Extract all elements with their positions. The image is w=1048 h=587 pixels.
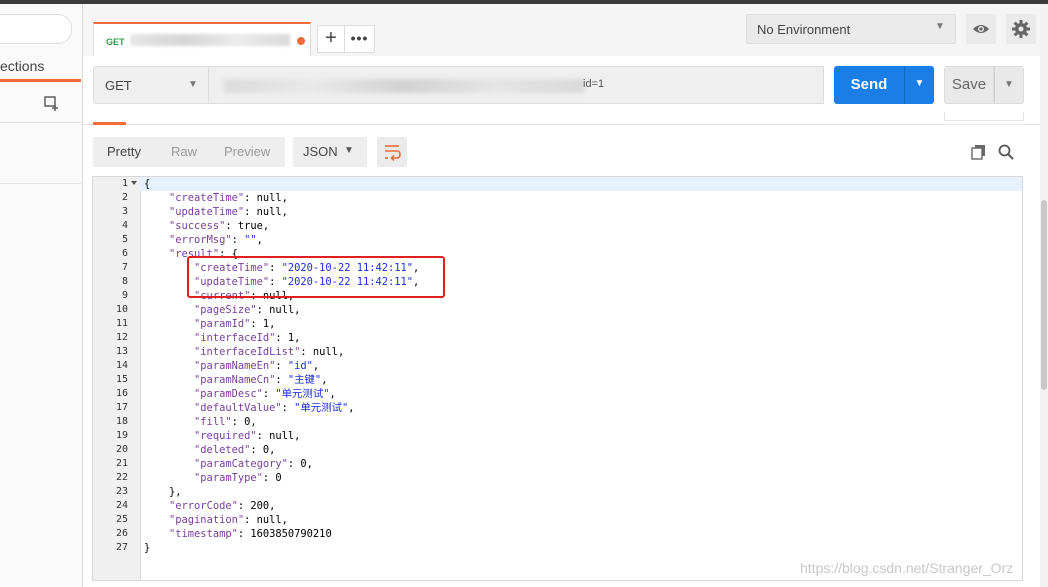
line-number: 17 — [115, 402, 128, 413]
chevron-down-icon: ▼ — [935, 21, 945, 32]
line-number: 26 — [115, 528, 128, 539]
code-line: "createTime": null, — [169, 192, 288, 204]
active-line-highlight — [140, 177, 1022, 191]
code-line: "deleted": 0, — [194, 444, 276, 456]
save-options-button[interactable]: ▼ — [994, 66, 1024, 104]
folder-add-icon[interactable] — [43, 94, 61, 112]
annotation-highlight-box — [187, 256, 445, 298]
code-line: "paramCategory": 0, — [194, 458, 313, 470]
line-number: 6 — [121, 248, 128, 259]
method-select[interactable]: GET ▼ — [93, 66, 209, 104]
panel-edge — [944, 112, 1024, 121]
request-tab-name-redacted — [130, 34, 290, 46]
method-label: GET — [105, 78, 132, 93]
code-line: { — [144, 178, 151, 190]
code-line: "errorMsg": "", — [169, 234, 263, 246]
copy-icon[interactable] — [970, 143, 988, 161]
code-line: "paramNameEn": "id", — [194, 360, 320, 372]
environment-select[interactable]: No Environment ▼ — [746, 14, 956, 44]
sidebar-tab-active-indicator — [0, 79, 81, 82]
code-line: "pageSize": null, — [194, 304, 301, 316]
eye-icon[interactable] — [966, 14, 996, 44]
gear-icon[interactable] — [1006, 14, 1036, 44]
response-view-tabs: Pretty Raw Preview — [93, 137, 285, 167]
format-select[interactable]: JSON ▼ — [293, 137, 367, 167]
line-number: 22 — [115, 472, 128, 483]
code-line: "fill": 0, — [194, 416, 257, 428]
line-number: 8 — [121, 276, 128, 287]
url-visible-text: id=1 — [583, 78, 605, 90]
line-number: 14 — [115, 360, 128, 371]
line-number: 9 — [121, 290, 128, 301]
unsaved-indicator-dot — [297, 37, 305, 45]
line-number: 25 — [115, 514, 128, 525]
send-options-button[interactable]: ▼ — [904, 66, 934, 104]
request-tab[interactable]: GET — [93, 22, 311, 56]
code-line: "updateTime": null, — [169, 206, 288, 218]
code-line: "interfaceIdList": null, — [194, 346, 345, 358]
code-line: "errorCode": 200, — [169, 500, 276, 512]
divider — [83, 124, 1040, 125]
divider — [0, 122, 81, 123]
new-tab-button[interactable]: + — [317, 25, 345, 53]
url-input[interactable]: id=1 — [208, 66, 824, 104]
search-icon[interactable] — [997, 143, 1015, 161]
save-button[interactable]: Save — [944, 66, 994, 104]
url-redacted — [224, 79, 584, 93]
line-number: 27 — [115, 542, 128, 553]
line-number: 15 — [115, 374, 128, 385]
line-number: 2 — [121, 192, 128, 203]
tab-pretty[interactable]: Pretty — [107, 144, 141, 159]
code-line: "success": true, — [169, 220, 270, 232]
line-number: 10 — [115, 304, 128, 315]
line-number: 18 — [115, 416, 128, 427]
line-number: 24 — [115, 500, 128, 511]
active-tab-indicator — [93, 122, 126, 125]
code-line: "interfaceId": 1, — [194, 332, 301, 344]
send-button[interactable]: Send — [834, 66, 904, 104]
code-line: "paramNameCn": "主键", — [194, 374, 328, 386]
code-line: "paramType": 0 — [194, 472, 282, 484]
code-line: } — [144, 542, 151, 554]
code-line: }, — [144, 486, 182, 498]
line-number: 23 — [115, 486, 128, 497]
chevron-down-icon: ▼ — [344, 145, 354, 156]
fold-toggle-icon[interactable] — [131, 181, 137, 185]
code-line: "required": null, — [194, 430, 301, 442]
chevron-down-icon: ▼ — [188, 79, 198, 90]
scrollbar-thumb[interactable] — [1041, 200, 1047, 390]
code-line: "pagination": null, — [169, 514, 288, 526]
code-line: "paramId": 1, — [194, 318, 276, 330]
sidebar-tab-collections[interactable]: ections — [0, 58, 44, 74]
environment-label: No Environment — [757, 22, 851, 37]
more-tabs-button[interactable]: ••• — [345, 25, 375, 53]
code-line: "timestamp": 1603850790210 — [169, 528, 332, 540]
line-number: 20 — [115, 444, 128, 455]
tab-preview[interactable]: Preview — [224, 144, 270, 159]
line-number: 3 — [121, 206, 128, 217]
line-number: 5 — [121, 234, 128, 245]
line-number: 19 — [115, 430, 128, 441]
format-label: JSON — [303, 144, 338, 159]
line-number: 13 — [115, 346, 128, 357]
code-line: "defaultValue": "单元测试", — [194, 402, 355, 414]
line-number: 11 — [115, 318, 128, 329]
sidebar — [0, 4, 83, 587]
line-number: 1 — [121, 178, 128, 189]
code-line: "paramDesc": "单元测试", — [194, 388, 336, 400]
request-tab-method: GET — [106, 37, 125, 47]
line-number: 21 — [115, 458, 128, 469]
sidebar-search-input[interactable] — [0, 14, 72, 44]
divider — [0, 183, 81, 184]
line-number: 12 — [115, 332, 128, 343]
line-number: 4 — [121, 220, 128, 231]
wrap-lines-icon[interactable] — [377, 137, 407, 167]
line-number: 7 — [121, 262, 128, 273]
watermark-text: https://blog.csdn.net/Stranger_Orz — [800, 560, 1014, 576]
line-number: 16 — [115, 388, 128, 399]
tab-raw[interactable]: Raw — [171, 144, 197, 159]
